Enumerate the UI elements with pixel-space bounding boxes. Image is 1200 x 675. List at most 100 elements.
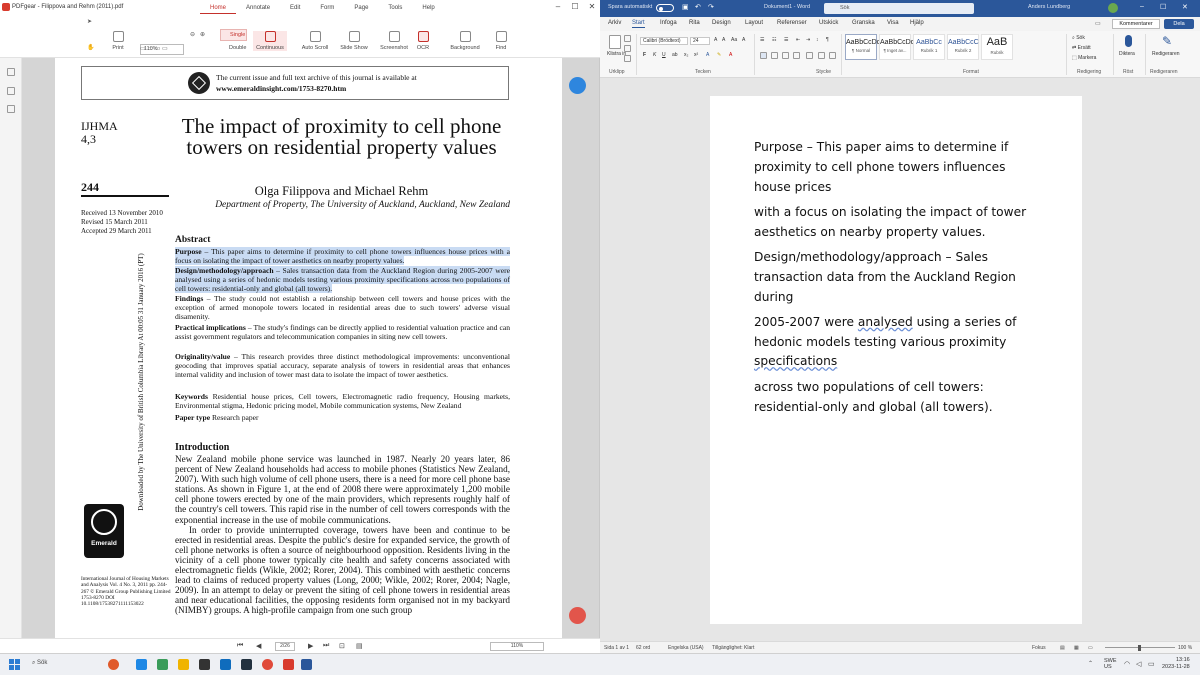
strikethrough-icon[interactable]: ab [672, 52, 678, 58]
user-name[interactable]: Anders Lundberg [1028, 4, 1070, 10]
print-layout-icon[interactable]: ▦ [1074, 645, 1079, 651]
first-page-icon[interactable]: ⏮ [237, 642, 243, 650]
style-heading-2[interactable]: AaBbCcC Rubrik 2 [947, 34, 979, 60]
numbering-icon[interactable]: ☷ [772, 37, 776, 43]
pdfgear-icon[interactable] [283, 659, 294, 670]
tab-utskick[interactable]: Utskick [819, 20, 838, 26]
fit-icon[interactable]: ⊡ [339, 642, 345, 650]
justify-icon[interactable] [793, 52, 800, 59]
style-normal[interactable]: AaBbCcDd ¶ Normal [845, 34, 881, 60]
tab-infoga[interactable]: Infoga [660, 20, 677, 26]
cut-icon[interactable] [624, 35, 631, 42]
page-number-input[interactable]: 2/26 [275, 642, 295, 651]
minimize-icon[interactable]: – [1140, 3, 1144, 10]
tab-arkiv[interactable]: Arkiv [608, 20, 621, 26]
grid-icon[interactable]: ▭ [162, 46, 168, 52]
comments-button[interactable]: Kommentarer [1112, 19, 1160, 29]
clear-format-icon[interactable]: A [742, 37, 745, 43]
tab-edit[interactable]: Edit [280, 0, 310, 14]
chevron-up-icon[interactable]: ⌃ [1088, 660, 1093, 667]
tab-hjalp[interactable]: Hjälp [910, 20, 924, 26]
tab-rita[interactable]: Rita [689, 20, 700, 26]
tab-tools[interactable]: Tools [378, 0, 412, 14]
font-grow-icon[interactable]: A [714, 37, 717, 43]
share-button[interactable]: Dela [1164, 19, 1194, 29]
paragraph[interactable]: 2005-2007 were analysed using a series o… [754, 313, 1044, 372]
tab-home[interactable]: Home [200, 0, 237, 14]
multilevel-list-icon[interactable]: ☰ [784, 37, 788, 43]
word-page[interactable]: Purpose – This paper aims to determine i… [710, 96, 1082, 624]
abstract-design[interactable]: Design/methodology/approach – Sales tran… [175, 266, 510, 294]
zoom-slider-handle[interactable] [1138, 645, 1141, 651]
bold-icon[interactable]: F [643, 52, 646, 58]
slide-show-button[interactable]: Slide Show [337, 31, 371, 51]
tab-design[interactable]: Design [712, 20, 731, 26]
sort-icon[interactable]: ↕ [816, 37, 819, 43]
style-no-spacing[interactable]: AaBbCcDd ¶ Inget av... [879, 34, 915, 60]
cursor-icon[interactable]: ➤ [87, 18, 92, 25]
tab-form[interactable]: Form [310, 0, 344, 14]
hand-icon[interactable]: ✋ [87, 44, 94, 51]
terminal-icon[interactable] [199, 659, 210, 670]
wifi-icon[interactable]: ◠ [1124, 660, 1130, 668]
tab-visa[interactable]: Visa [887, 20, 899, 26]
font-name-select[interactable]: Calibri (Brödtext) [640, 37, 688, 45]
fit-page-icon[interactable]: ▭ [140, 46, 146, 52]
select-button[interactable]: ⬚ Markera [1072, 55, 1096, 61]
save-icon[interactable]: ▣ [682, 3, 689, 11]
zoom-in-icon[interactable]: ⊕ [200, 31, 205, 38]
read-mode-icon[interactable]: ▤ [1060, 645, 1065, 651]
increase-indent-icon[interactable]: ⇥ [806, 37, 810, 43]
paragraph[interactable]: with a focus on isolating the impact of … [754, 203, 1044, 243]
thumbnails-icon[interactable] [7, 87, 15, 95]
word-count[interactable]: 62 ord [636, 645, 650, 651]
view-mode-icons[interactable]: ▭ ▭ ▭ ▭ [140, 45, 168, 52]
align-right-icon[interactable] [782, 52, 789, 59]
system-clock[interactable]: 13:16 2023-11-28 [1162, 657, 1190, 671]
last-page-icon[interactable]: ⏭ [323, 642, 329, 650]
format-painter-icon[interactable] [624, 55, 631, 62]
autosave-toggle[interactable] [656, 4, 674, 12]
find-button[interactable]: Find [492, 31, 510, 51]
focus-button[interactable]: Fokus [1032, 645, 1046, 651]
subscript-icon[interactable]: x₂ [684, 52, 688, 58]
comments-icon[interactable] [7, 105, 15, 113]
highlight-icon[interactable]: ✎ [717, 52, 721, 58]
zoom-out-icon[interactable]: ⊖ [190, 31, 195, 38]
page-count[interactable]: Sida 1 av 1 [604, 645, 629, 651]
tab-help[interactable]: Help [412, 0, 444, 14]
translate-icon[interactable] [569, 77, 586, 94]
volume-icon[interactable]: ◁ [1136, 660, 1141, 668]
zoom-level[interactable]: 100 % [1178, 645, 1192, 651]
decrease-indent-icon[interactable]: ⇤ [796, 37, 800, 43]
tab-referenser[interactable]: Referenser [777, 20, 807, 26]
replace-button[interactable]: ⇄ Ersätt [1072, 45, 1091, 51]
font-color-icon[interactable]: A [729, 52, 732, 58]
maximize-icon[interactable]: ☐ [1160, 3, 1166, 11]
tab-granska[interactable]: Granska [852, 20, 875, 26]
edge-browser-icon[interactable] [136, 659, 147, 670]
screenshot-button[interactable]: Screenshot [377, 31, 411, 51]
close-icon[interactable]: ✕ [1182, 3, 1188, 11]
editor-button[interactable]: Redigeraren [1152, 51, 1180, 57]
pdf-document-canvas[interactable]: The current issue and full text archive … [22, 58, 599, 638]
background-button[interactable]: Background [445, 31, 485, 51]
line-spacing-icon[interactable] [806, 52, 813, 59]
paragraph[interactable]: Design/methodology/approach – Sales tran… [754, 248, 1044, 307]
accessibility-status[interactable]: Tillgänglighet: Klart [712, 645, 754, 651]
change-case-icon[interactable]: Aa [731, 37, 737, 43]
copy-icon[interactable] [624, 45, 631, 52]
underline-icon[interactable]: U [662, 52, 666, 58]
battery-icon[interactable]: ▭ [1148, 660, 1155, 668]
font-shrink-icon[interactable]: A [722, 37, 725, 43]
search-input[interactable]: Sök [824, 3, 974, 14]
show-marks-icon[interactable]: ¶ [826, 37, 829, 43]
status-zoom[interactable]: 110% [490, 642, 544, 651]
text-effects-icon[interactable]: A [706, 52, 709, 58]
font-size-select[interactable]: 24 [690, 37, 710, 45]
undo-icon[interactable]: ↶ [695, 3, 701, 11]
redo-icon[interactable]: ↷ [708, 3, 714, 11]
fit-width-icon[interactable]: ▭ [147, 46, 153, 52]
spelling-flag[interactable]: analysed [858, 315, 913, 329]
file-explorer-icon[interactable] [178, 659, 189, 670]
